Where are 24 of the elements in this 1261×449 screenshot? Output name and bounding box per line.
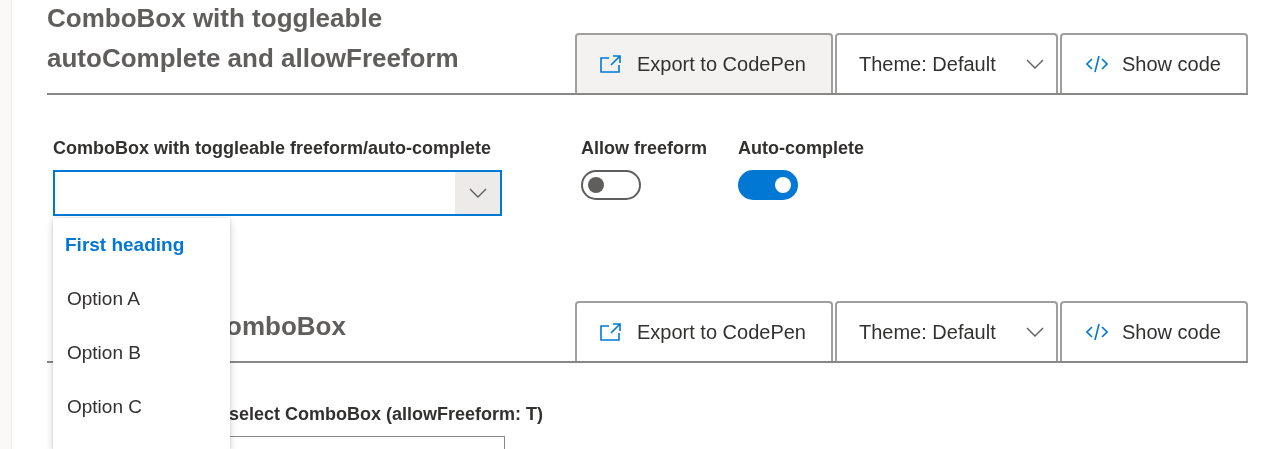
caret-icon: [1026, 59, 1044, 69]
dropdown-heading: First heading: [64, 233, 186, 257]
caret-icon: [468, 188, 487, 198]
theme-dropdown[interactable]: Theme: Default: [835, 33, 1058, 93]
show-code-button[interactable]: Show code: [1060, 33, 1248, 93]
combobox-label: select ComboBox (allowFreeform: T): [229, 403, 545, 425]
combobox-field[interactable]: [229, 436, 505, 449]
caret-icon: [1026, 327, 1044, 337]
toggle-label: Auto-complete: [738, 137, 865, 159]
combobox-label: ComboBox with toggleable freeform/auto-complete: [53, 137, 493, 159]
export-icon: [599, 54, 623, 74]
section-title: ComboBox with toggleable autoComplete and allowFreeform: [47, 2, 459, 75]
code-icon: [1086, 322, 1108, 342]
toggle-switch[interactable]: [581, 170, 641, 200]
dropdown-option[interactable]: Option C: [53, 380, 230, 434]
export-button[interactable]: Export to CodePen: [575, 33, 833, 93]
toggle-switch[interactable]: [738, 170, 799, 200]
code-icon: [1086, 54, 1108, 74]
theme-dropdown[interactable]: Theme: Default: [835, 301, 1058, 361]
combobox-field[interactable]: [53, 170, 502, 216]
export-button[interactable]: Export to CodePen: [575, 301, 833, 361]
toggle-label: Allow freeform: [581, 137, 708, 159]
show-code-button[interactable]: Show code: [1060, 301, 1248, 361]
export-icon: [599, 322, 623, 342]
